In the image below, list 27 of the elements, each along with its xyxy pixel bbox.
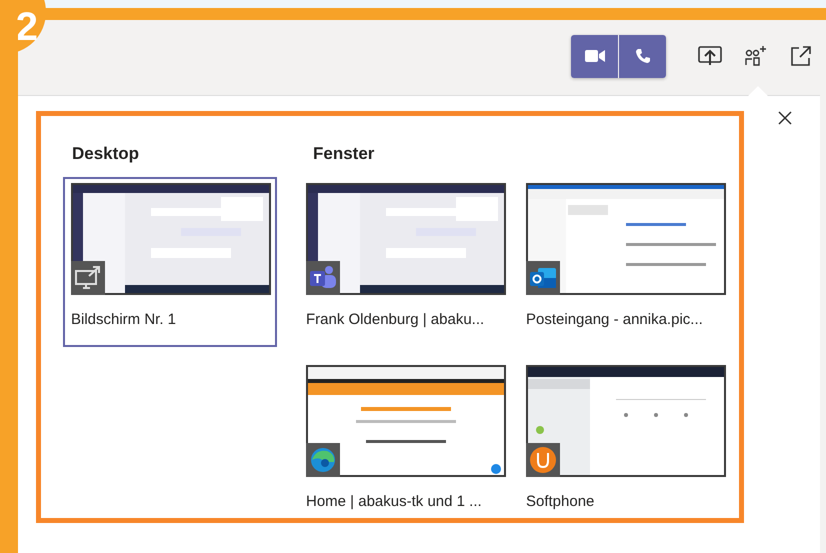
close-button[interactable] bbox=[776, 109, 794, 127]
monitor-icon bbox=[75, 266, 101, 290]
app-logo-icon bbox=[529, 265, 557, 291]
share-screen-icon bbox=[698, 45, 722, 67]
app-logo-icon bbox=[309, 265, 337, 291]
window-tile[interactable]: Posteingang - annika.pic... bbox=[524, 177, 728, 347]
video-camera-icon bbox=[584, 49, 604, 63]
pop-out-button[interactable] bbox=[788, 43, 814, 69]
window-label: Frank Oldenburg | abaku... bbox=[306, 311, 486, 328]
audio-call-button[interactable] bbox=[619, 34, 666, 78]
window-tile[interactable]: Bildschirm Nr. 1 bbox=[63, 177, 277, 347]
add-people-icon bbox=[744, 45, 768, 67]
window-tile[interactable]: Softphone bbox=[524, 359, 728, 529]
window-label: Posteingang - annika.pic... bbox=[526, 311, 704, 328]
app-logo-icon bbox=[529, 446, 557, 474]
window-tile[interactable]: Frank Oldenburg | abaku... bbox=[304, 177, 508, 347]
window-tile[interactable]: Home | abakus-tk und 1 ... bbox=[304, 359, 508, 529]
window-label: Home | abakus-tk und 1 ... bbox=[306, 493, 483, 510]
window-label: Softphone bbox=[526, 493, 596, 510]
pop-out-icon bbox=[790, 45, 812, 67]
section-title: Fenster bbox=[313, 144, 376, 164]
section-title: Desktop bbox=[72, 144, 140, 164]
video-call-button[interactable] bbox=[571, 34, 618, 78]
app-logo-icon bbox=[310, 447, 336, 473]
phone-icon bbox=[634, 48, 650, 64]
window-label: Bildschirm Nr. 1 bbox=[71, 311, 178, 328]
close-icon bbox=[778, 111, 792, 125]
